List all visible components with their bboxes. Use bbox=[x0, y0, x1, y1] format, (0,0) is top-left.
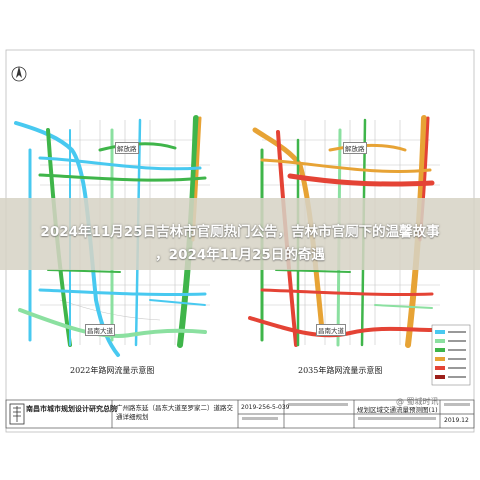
road-tag-changnan-right: 昌南大道 bbox=[316, 324, 346, 336]
title-block-org: 南昌市城市规划设计研究总院 bbox=[26, 405, 117, 413]
headline-line-2: ，2024年11月25日的奇遇 bbox=[155, 247, 325, 263]
map-screenshot: 2022年路网流量示意图 2035年路网流量示意图 解放路 昌南大道 解放路 昌… bbox=[0, 0, 480, 480]
title-block-date: 2019.12 bbox=[444, 417, 469, 424]
road-tag-jiefang-right: 解放路 bbox=[343, 142, 367, 154]
right-map-caption: 2035年路网流量示意图 bbox=[298, 366, 383, 375]
road-tag-changnan-left: 昌南大道 bbox=[85, 324, 115, 336]
title-block-project: 广州路东延（昌东大道至罗家二）道路交通详细规划 bbox=[116, 404, 233, 421]
headline-line-1: 2024年11月25日吉林市官厕热门公告，吉林市官厕下的温馨故事 bbox=[40, 224, 440, 240]
watermark-text: @ 蜀城时讯 bbox=[396, 397, 439, 406]
left-map-caption: 2022年路网流量示意图 bbox=[70, 366, 155, 375]
road-tag-jiefang-left: 解放路 bbox=[115, 142, 139, 154]
title-block-drawing-no: 2019-256-5-039 bbox=[241, 404, 290, 411]
flow-legend bbox=[431, 324, 471, 386]
